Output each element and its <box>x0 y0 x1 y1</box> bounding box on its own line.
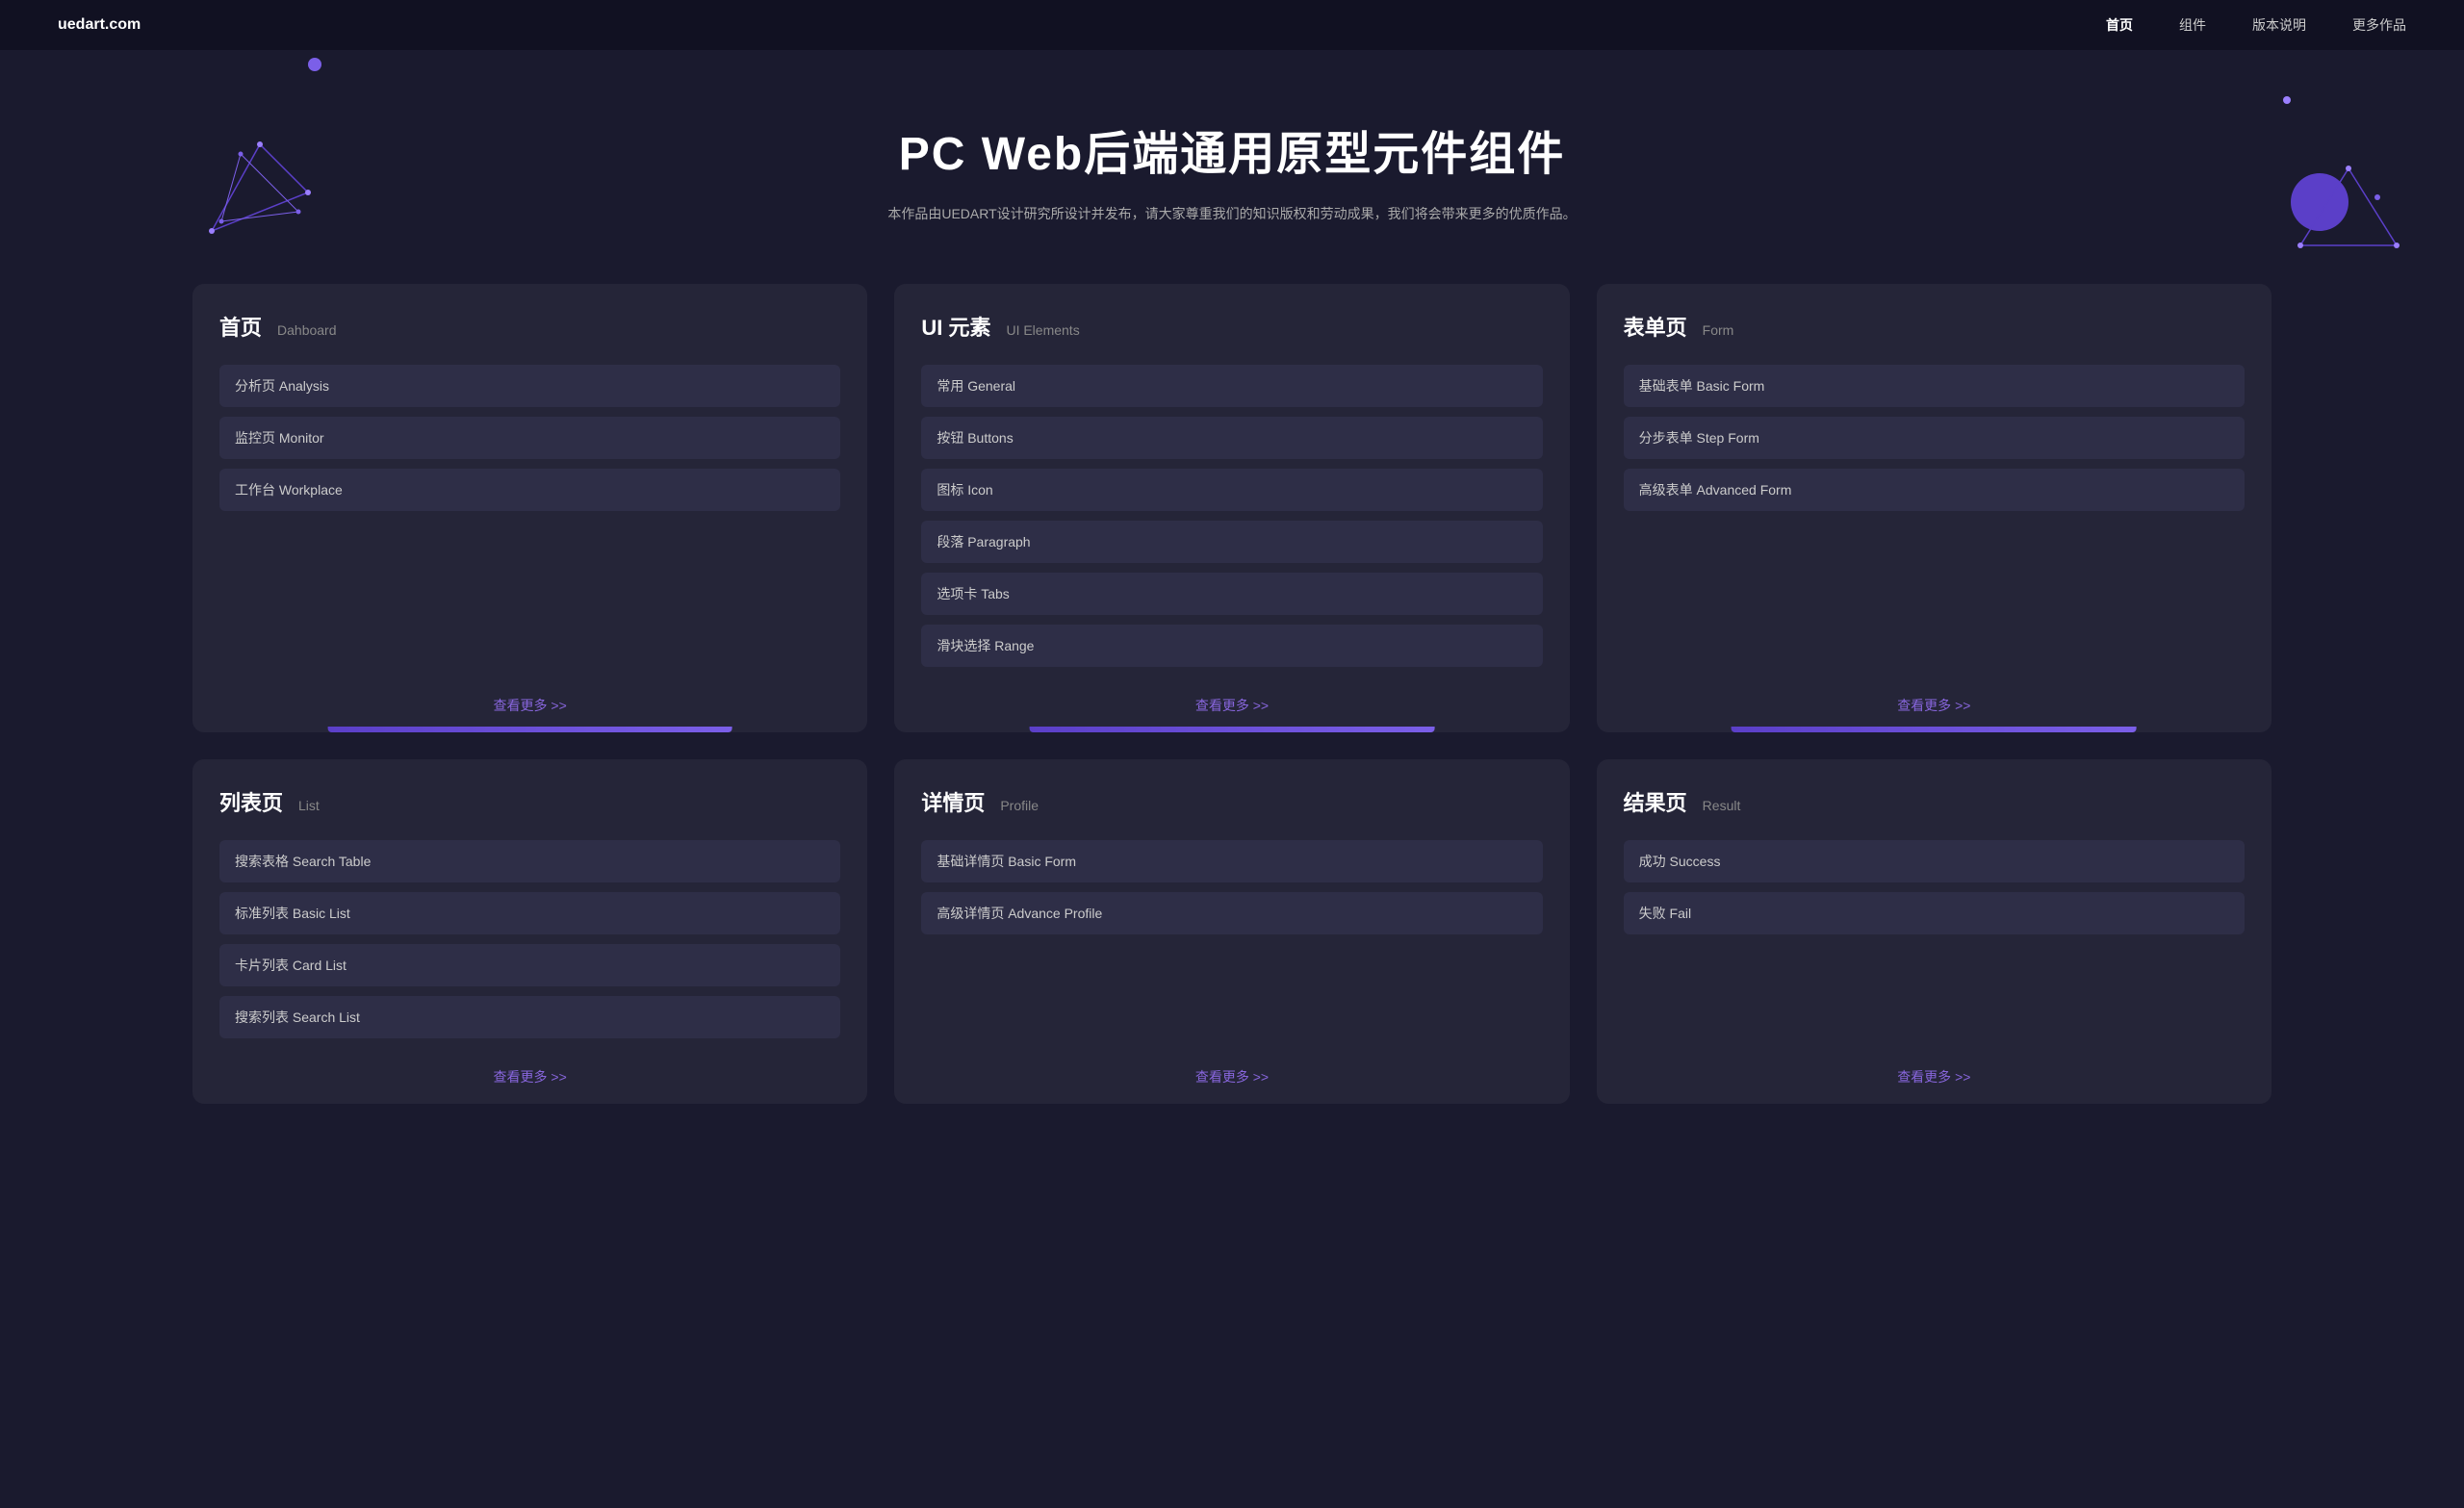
card-ui-title-en: UI Elements <box>1006 322 1079 338</box>
card-home-title-zh: 首页 <box>219 311 262 342</box>
card-ui-item-0[interactable]: 常用 General <box>921 365 1542 407</box>
card-form-item-1[interactable]: 分步表单 Step Form <box>1624 417 2245 459</box>
card-ui-item-1[interactable]: 按钮 Buttons <box>921 417 1542 459</box>
card-ui-title-zh: UI 元素 <box>921 311 990 342</box>
card-result-title-en: Result <box>1703 798 1741 813</box>
nav-link-more[interactable]: 更多作品 <box>2352 15 2406 35</box>
card-profile-item-1[interactable]: 高级详情页 Advance Profile <box>921 892 1542 934</box>
card-home-header: 首页 Dahboard <box>219 311 840 342</box>
card-home: 首页 Dahboard 分析页 Analysis 监控页 Monitor 工作台… <box>192 284 867 732</box>
card-home-bar <box>327 727 732 732</box>
card-form-bar <box>1732 727 2137 732</box>
hero-subtitle: 本作品由UEDART设计研究所设计并发布，请大家尊重我们的知识版权和劳动成果，我… <box>0 202 2464 226</box>
card-result-items: 成功 Success 失败 Fail <box>1624 840 2245 1038</box>
logo: uedart.com <box>58 16 141 34</box>
card-profile-item-0[interactable]: 基础详情页 Basic Form <box>921 840 1542 882</box>
card-result-title-zh: 结果页 <box>1624 786 1687 817</box>
deco-circle-1 <box>308 58 321 71</box>
card-form-title-en: Form <box>1703 322 1734 338</box>
nav-link-changelog[interactable]: 版本说明 <box>2252 15 2306 35</box>
card-profile-title-zh: 详情页 <box>921 786 985 817</box>
card-list-item-3[interactable]: 搜索列表 Search List <box>219 996 840 1038</box>
card-ui-item-5[interactable]: 滑块选择 Range <box>921 625 1542 667</box>
hero-title: PC Web后端通用原型元件组件 <box>0 115 2464 183</box>
card-profile: 详情页 Profile 基础详情页 Basic Form 高级详情页 Advan… <box>894 759 1569 1104</box>
card-profile-items: 基础详情页 Basic Form 高级详情页 Advance Profile <box>921 840 1542 1038</box>
card-form-item-2[interactable]: 高级表单 Advanced Form <box>1624 469 2245 511</box>
card-ui-bar <box>1030 727 1435 732</box>
card-form: 表单页 Form 基础表单 Basic Form 分步表单 Step Form … <box>1597 284 2272 732</box>
cards-row-2: 列表页 List 搜索表格 Search Table 标准列表 Basic Li… <box>192 759 2272 1104</box>
card-home-items: 分析页 Analysis 监控页 Monitor 工作台 Workplace <box>219 365 840 667</box>
card-home-item-0[interactable]: 分析页 Analysis <box>219 365 840 407</box>
deco-circle-3 <box>2283 96 2291 104</box>
card-home-title-en: Dahboard <box>277 322 337 338</box>
card-ui-items: 常用 General 按钮 Buttons 图标 Icon 段落 Paragra… <box>921 365 1542 667</box>
card-form-footer[interactable]: 查看更多 >> <box>1624 678 2245 732</box>
nav-link-components[interactable]: 组件 <box>2179 15 2206 35</box>
card-list: 列表页 List 搜索表格 Search Table 标准列表 Basic Li… <box>192 759 867 1104</box>
card-ui-item-3[interactable]: 段落 Paragraph <box>921 521 1542 563</box>
card-result-header: 结果页 Result <box>1624 786 2245 817</box>
card-profile-header: 详情页 Profile <box>921 786 1542 817</box>
card-list-title-en: List <box>298 798 320 813</box>
card-list-header: 列表页 List <box>219 786 840 817</box>
cards-row-1: 首页 Dahboard 分析页 Analysis 监控页 Monitor 工作台… <box>192 284 2272 732</box>
card-result-item-1[interactable]: 失败 Fail <box>1624 892 2245 934</box>
card-list-title-zh: 列表页 <box>219 786 283 817</box>
card-list-item-2[interactable]: 卡片列表 Card List <box>219 944 840 986</box>
nav-link-home[interactable]: 首页 <box>2106 15 2133 35</box>
card-ui-item-2[interactable]: 图标 Icon <box>921 469 1542 511</box>
card-ui-footer[interactable]: 查看更多 >> <box>921 678 1542 732</box>
nav-links: 首页 组件 版本说明 更多作品 <box>2106 15 2406 35</box>
card-home-footer[interactable]: 查看更多 >> <box>219 678 840 732</box>
card-form-header: 表单页 Form <box>1624 311 2245 342</box>
card-profile-title-en: Profile <box>1000 798 1039 813</box>
card-result: 结果页 Result 成功 Success 失败 Fail 查看更多 >> <box>1597 759 2272 1104</box>
card-result-footer[interactable]: 查看更多 >> <box>1624 1050 2245 1104</box>
card-home-item-1[interactable]: 监控页 Monitor <box>219 417 840 459</box>
card-list-item-0[interactable]: 搜索表格 Search Table <box>219 840 840 882</box>
card-form-title-zh: 表单页 <box>1624 311 1687 342</box>
card-list-footer[interactable]: 查看更多 >> <box>219 1050 840 1104</box>
card-form-items: 基础表单 Basic Form 分步表单 Step Form 高级表单 Adva… <box>1624 365 2245 667</box>
card-form-item-0[interactable]: 基础表单 Basic Form <box>1624 365 2245 407</box>
navbar: uedart.com 首页 组件 版本说明 更多作品 <box>0 0 2464 50</box>
card-ui-item-4[interactable]: 选项卡 Tabs <box>921 573 1542 615</box>
card-profile-footer[interactable]: 查看更多 >> <box>921 1050 1542 1104</box>
card-list-item-1[interactable]: 标准列表 Basic List <box>219 892 840 934</box>
card-list-items: 搜索表格 Search Table 标准列表 Basic List 卡片列表 C… <box>219 840 840 1038</box>
cards-section: 首页 Dahboard 分析页 Analysis 监控页 Monitor 工作台… <box>0 226 2464 1208</box>
card-ui-elements: UI 元素 UI Elements 常用 General 按钮 Buttons … <box>894 284 1569 732</box>
card-ui-header: UI 元素 UI Elements <box>921 311 1542 342</box>
card-home-item-2[interactable]: 工作台 Workplace <box>219 469 840 511</box>
card-result-item-0[interactable]: 成功 Success <box>1624 840 2245 882</box>
